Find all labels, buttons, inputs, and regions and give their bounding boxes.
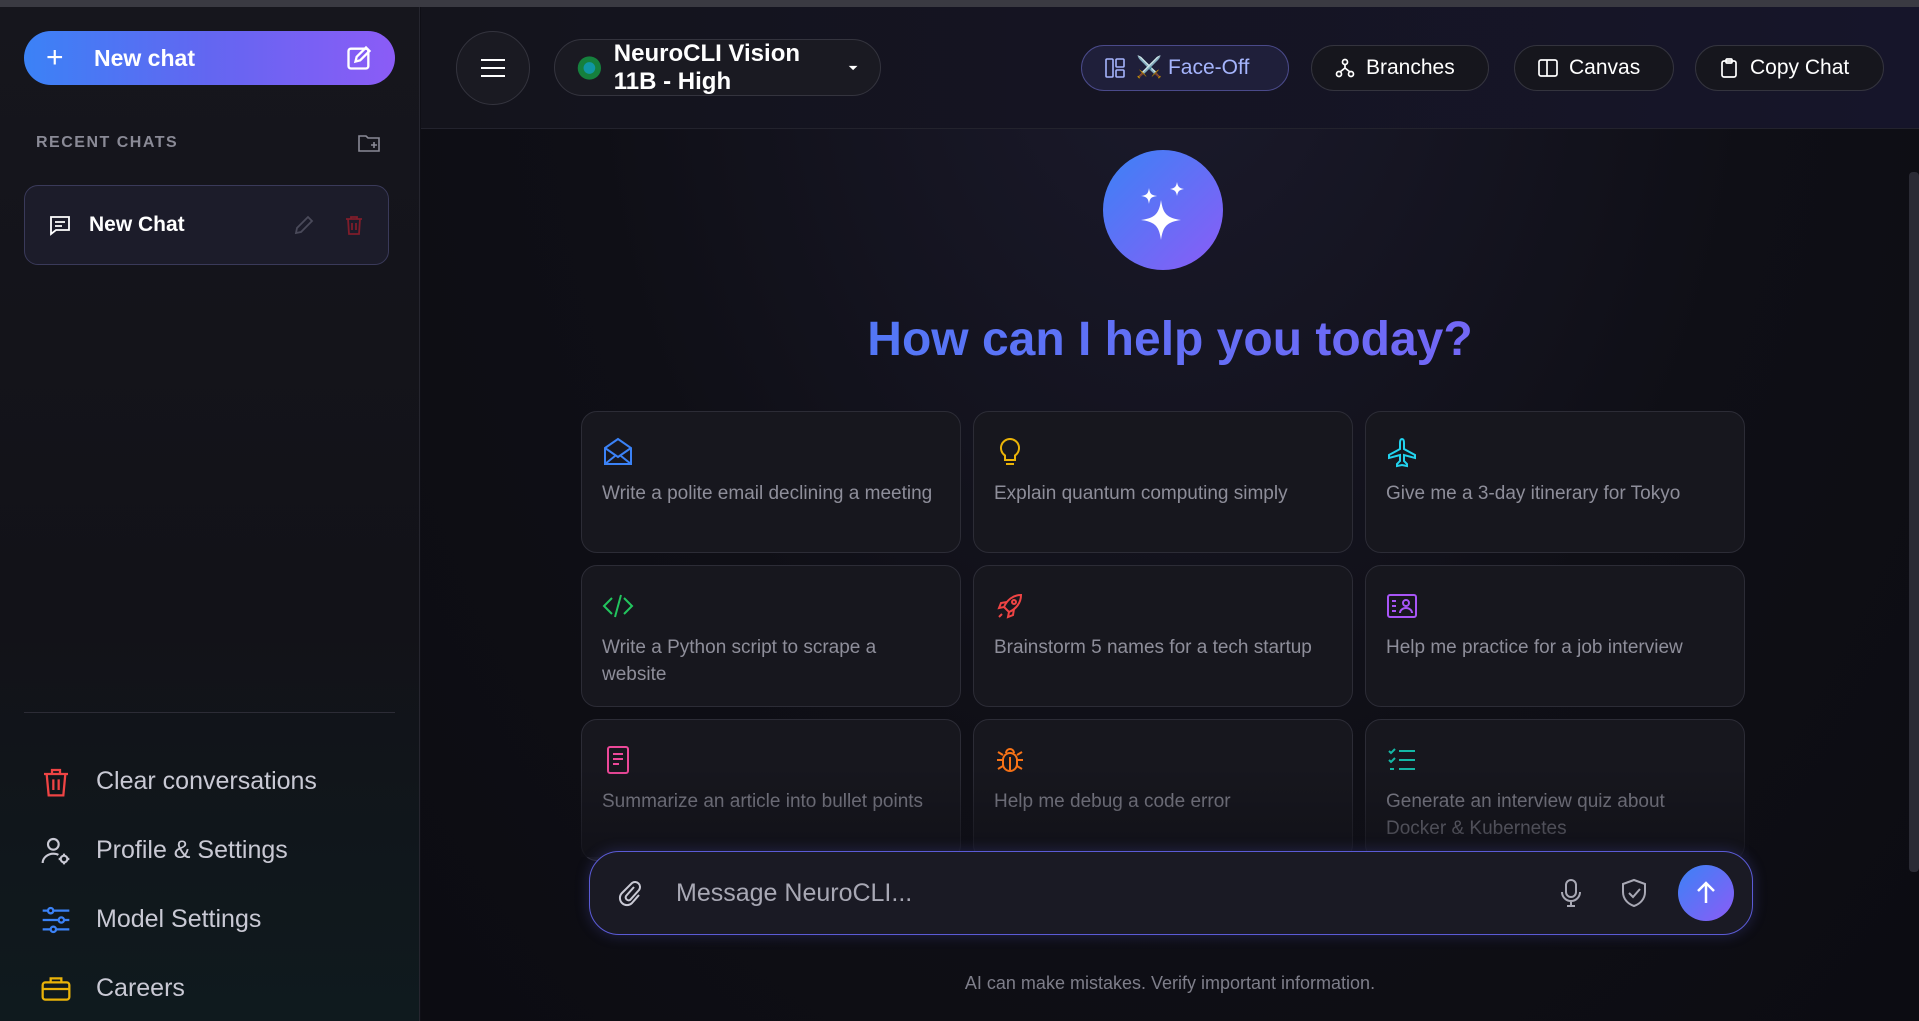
window-top-strip	[0, 0, 1919, 7]
scrollbar[interactable]	[1909, 172, 1919, 872]
hamburger-icon	[481, 59, 505, 77]
suggestion-card[interactable]: Help me practice for a job interview	[1365, 565, 1745, 707]
sidebar: + New chat RECENT CHATS New Chat Clear c…	[0, 7, 420, 1021]
canvas-label: Canvas	[1569, 56, 1641, 79]
code-icon	[602, 594, 634, 618]
microphone-icon[interactable]	[1558, 878, 1584, 908]
clipboard-icon	[1721, 58, 1737, 78]
model-logo-icon	[577, 55, 602, 80]
suggestion-card[interactable]: Give me a 3-day itinerary for Tokyo	[1365, 411, 1745, 553]
suggestion-text: Explain quantum computing simply	[994, 483, 1288, 504]
suggestion-card[interactable]: Generate an interview quiz about Docker …	[1365, 719, 1745, 861]
recent-chats-header: RECENT CHATS	[36, 133, 381, 153]
profile-settings-button[interactable]: Profile & Settings	[40, 816, 400, 885]
suggestion-text: Write a polite email declining a meeting	[602, 483, 933, 504]
main-panel: NeuroCLI Vision 11B - High ⚔️ Face-Off B…	[421, 7, 1919, 1021]
hero-title: How can I help you today?	[421, 312, 1919, 367]
delete-trash-icon[interactable]	[342, 213, 366, 237]
chevron-down-icon	[848, 65, 858, 70]
suggestion-card[interactable]: Brainstorm 5 names for a tech startup	[973, 565, 1353, 707]
suggestion-text: Help me practice for a job interview	[1386, 637, 1683, 658]
split-panel-icon	[1538, 59, 1558, 77]
menu-toggle-button[interactable]	[456, 31, 530, 105]
shield-check-icon[interactable]	[1620, 878, 1648, 908]
new-folder-icon[interactable]	[357, 132, 381, 154]
send-button[interactable]	[1678, 865, 1734, 921]
suggestion-text: Summarize an article into bullet points	[602, 791, 924, 812]
face-off-label: ⚔️ Face-Off	[1136, 56, 1250, 79]
clear-conversations-label: Clear conversations	[96, 767, 317, 795]
suggestion-card[interactable]: Write a polite email declining a meeting	[581, 411, 961, 553]
trash-icon	[44, 768, 68, 796]
copy-chat-button[interactable]: Copy Chat	[1695, 45, 1884, 91]
lightbulb-icon	[999, 437, 1021, 465]
face-off-button[interactable]: ⚔️ Face-Off	[1081, 45, 1289, 91]
top-header: NeuroCLI Vision 11B - High ⚔️ Face-Off B…	[421, 7, 1919, 129]
message-icon	[50, 216, 70, 236]
message-composer	[589, 851, 1753, 935]
compose-icon	[347, 45, 372, 70]
model-settings-label: Model Settings	[96, 905, 262, 933]
suggestion-text: Give me a 3-day itinerary for Tokyo	[1386, 483, 1681, 504]
canvas-button[interactable]: Canvas	[1514, 45, 1674, 91]
arrow-up-icon	[1697, 881, 1715, 903]
document-icon	[607, 746, 629, 774]
paperclip-icon[interactable]	[616, 878, 642, 908]
chat-list-item[interactable]: New Chat	[24, 185, 389, 265]
rocket-icon	[997, 593, 1023, 619]
model-name: NeuroCLI Vision 11B - High	[613, 39, 801, 95]
airplane-icon	[1388, 437, 1416, 468]
model-settings-button[interactable]: Model Settings	[40, 885, 400, 954]
branches-label: Branches	[1366, 56, 1455, 79]
sparkles-logo	[1103, 150, 1223, 270]
suggestion-card[interactable]: Explain quantum computing simply	[973, 411, 1353, 553]
model-selector[interactable]: NeuroCLI Vision 11B - High	[554, 39, 881, 96]
rename-pencil-icon[interactable]	[292, 213, 316, 237]
suggestion-text: Generate an interview quiz about Docker …	[1386, 791, 1665, 839]
suggestion-card[interactable]: Write a Python script to scrape a websit…	[581, 565, 961, 707]
disclaimer-text: AI can make mistakes. Verify important i…	[964, 973, 1376, 993]
profile-settings-label: Profile & Settings	[96, 836, 288, 864]
suggestion-text: Write a Python script to scrape a websit…	[602, 637, 877, 685]
suggestion-card[interactable]: Help me debug a code error	[973, 719, 1353, 861]
suggestion-text: Brainstorm 5 names for a tech startup	[994, 637, 1312, 658]
user-gear-icon	[41, 837, 70, 864]
sliders-icon	[42, 906, 70, 933]
suggestion-text: Help me debug a code error	[994, 791, 1231, 812]
plus-icon: +	[46, 41, 64, 74]
copy-chat-label: Copy Chat	[1750, 56, 1850, 79]
suggestion-grid: Write a polite email declining a meeting…	[581, 411, 1749, 861]
checklist-icon	[1388, 748, 1415, 770]
sidebar-divider	[24, 712, 395, 713]
clear-conversations-button[interactable]: Clear conversations	[40, 747, 400, 816]
new-chat-label: New chat	[94, 44, 195, 71]
careers-button[interactable]: Careers	[40, 954, 400, 1021]
careers-label: Careers	[96, 974, 185, 1002]
branches-button[interactable]: Branches	[1311, 45, 1489, 91]
briefcase-icon	[41, 976, 71, 1001]
suggestion-card[interactable]: Summarize an article into bullet points	[581, 719, 961, 861]
sparkles-icon	[1141, 182, 1184, 240]
layout-icon	[1105, 58, 1125, 78]
recent-chats-title: RECENT CHATS	[36, 134, 179, 151]
chat-title: New Chat	[89, 213, 185, 236]
sidebar-menu: Clear conversations Profile & Settings M…	[40, 747, 400, 1021]
message-input[interactable]	[676, 878, 1558, 908]
branches-icon	[1335, 58, 1355, 78]
id-card-icon	[1387, 594, 1417, 618]
bug-icon	[997, 748, 1023, 772]
new-chat-button[interactable]: + New chat	[24, 31, 395, 85]
envelope-icon	[604, 437, 632, 465]
